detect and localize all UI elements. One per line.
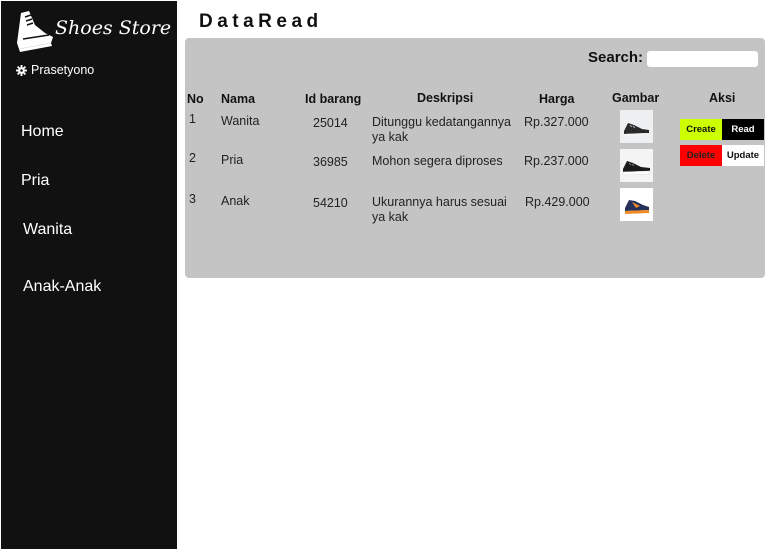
header-gambar: Gambar [612, 91, 660, 105]
row-2-shoe-image [620, 149, 653, 182]
user-name: Prasetyono [31, 63, 95, 77]
read-button[interactable]: Read [722, 119, 764, 140]
header-no: No [187, 92, 204, 106]
row-3-no: 3 [189, 192, 196, 206]
nav-item-wanita[interactable]: Wanita [23, 221, 72, 239]
row-2-no: 2 [189, 151, 196, 165]
row-2-harga: Rp.237.000 [524, 154, 589, 168]
row-1-deskripsi: Ditunggu kedatangannya ya kak [372, 115, 512, 144]
row-1-no: 1 [189, 112, 196, 126]
page-title: DataRead [199, 11, 323, 32]
row-2-id: 36985 [313, 155, 348, 169]
row-3-shoe-image [620, 188, 653, 221]
row-3-id: 54210 [313, 196, 348, 210]
row-3-deskripsi: Ukurannya harus sesuai ya kak [372, 195, 507, 224]
shoe-icon [17, 11, 53, 52]
row-1-shoe-image [620, 110, 653, 143]
row-2-nama: Pria [221, 153, 244, 167]
row-1-id: 25014 [313, 116, 348, 130]
search-input[interactable] [647, 51, 758, 67]
brand-name: Shoes Store [55, 17, 172, 39]
nav-item-anak-anak[interactable]: Anak-Anak [23, 278, 101, 296]
header-nama: Nama [221, 92, 256, 106]
nav-item-pria[interactable]: Pria [21, 172, 49, 190]
header-aksi: Aksi [709, 91, 736, 105]
header-deskripsi: Deskripsi [417, 91, 474, 105]
sidebar: Shoes Store Prasetyono Home Pria Wanita … [1, 1, 177, 549]
create-button[interactable]: Create [680, 119, 722, 140]
delete-button[interactable]: Delete [680, 145, 722, 166]
row-3-harga: Rp.429.000 [525, 195, 590, 209]
user-info: Prasetyono [16, 63, 94, 77]
update-button[interactable]: Update [722, 145, 764, 166]
row-2-deskripsi: Mohon segera diproses [372, 154, 503, 168]
search-label: Search: [588, 49, 644, 66]
brand-logo[interactable]: Shoes Store [15, 9, 175, 53]
nav-item-home[interactable]: Home [21, 123, 64, 141]
row-1-nama: Wanita [221, 114, 260, 128]
header-harga: Harga [539, 92, 575, 106]
header-id-barang: Id barang [305, 92, 362, 106]
row-3-nama: Anak [221, 194, 250, 208]
gear-icon [16, 64, 27, 76]
row-1-harga: Rp.327.000 [524, 115, 589, 129]
